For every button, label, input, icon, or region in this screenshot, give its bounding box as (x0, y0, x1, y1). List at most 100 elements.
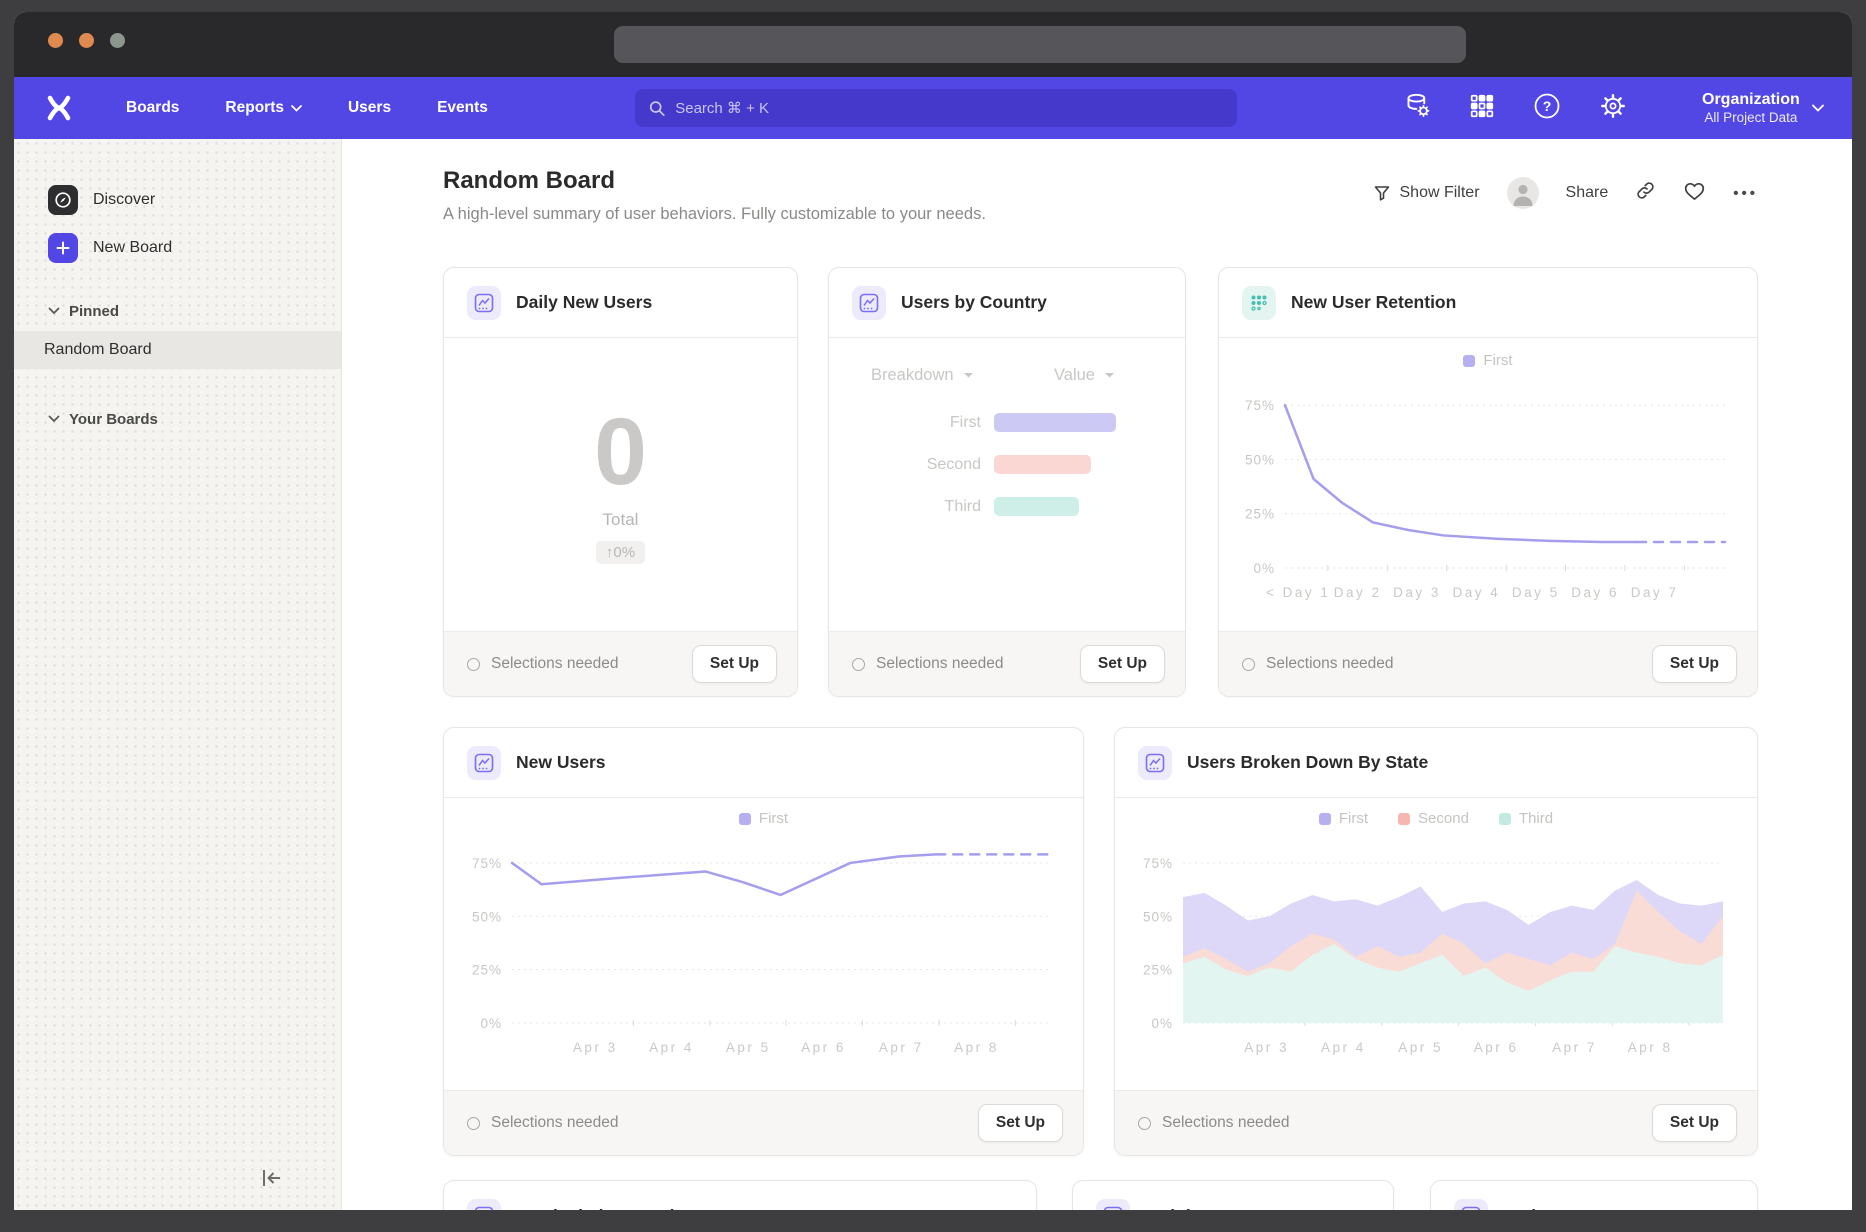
chevron-down-icon (291, 105, 302, 112)
show-filter-button[interactable]: Show Filter (1373, 184, 1480, 202)
state-area-chart: 75%50%25%0%Apr 3Apr 4Apr 5Apr 6Apr 7Apr … (1129, 836, 1739, 1063)
legend-item[interactable]: First (1463, 352, 1512, 369)
org-switcher[interactable]: Organization All Project Data (1702, 77, 1824, 139)
set-up-button[interactable]: Set Up (1080, 645, 1165, 683)
sidebar-section-pinned[interactable]: Pinned (14, 299, 341, 323)
breakdown-dropdown[interactable]: Breakdown (871, 366, 974, 385)
line-chart-icon (467, 286, 501, 320)
svg-text:Day 7: Day 7 (1631, 585, 1679, 600)
metric-label: Total (603, 510, 639, 530)
status-circle-icon (467, 1117, 480, 1130)
status-text: Selections needed (467, 1114, 619, 1132)
board-main: Random Board A high-level summary of use… (342, 139, 1852, 1210)
bar-label: Second (829, 456, 994, 474)
svg-text:Apr 4: Apr 4 (1321, 1040, 1366, 1055)
card-footer: Selections needed Set Up (1219, 631, 1757, 696)
legend-label: Third (1519, 810, 1553, 827)
minimize-window-button[interactable] (79, 33, 94, 48)
card-insights-report: Insights Report (1072, 1180, 1394, 1210)
nav-item-users[interactable]: Users (348, 99, 391, 117)
nav-item-reports[interactable]: Reports (225, 99, 302, 117)
legend-item[interactable]: First (1319, 810, 1368, 827)
svg-text:Day 5: Day 5 (1512, 585, 1560, 600)
global-search[interactable] (635, 89, 1237, 127)
line-chart-icon (467, 746, 501, 780)
sidebar: Discover New Board Pinned Random Board Y… (14, 139, 342, 1210)
legend-item[interactable]: First (739, 810, 788, 827)
svg-text:Apr 7: Apr 7 (879, 1040, 924, 1055)
nav-item-events[interactable]: Events (437, 99, 488, 117)
card-header: Users Broken Down By State (1115, 728, 1757, 798)
search-input[interactable] (675, 100, 1223, 117)
card-title: Insights Report (1145, 1206, 1273, 1211)
bar-row: Third (829, 497, 1185, 516)
card-new-user-retention: New User Retention First 75%50%25%0%< Da… (1218, 267, 1758, 697)
svg-text:25%: 25% (1245, 507, 1275, 522)
card-users-by-country: Users by Country Breakdown Value FirstSe… (828, 267, 1186, 697)
sidebar-section-your-boards[interactable]: Your Boards (14, 407, 341, 431)
bar (994, 413, 1116, 432)
more-options-icon[interactable]: ••• (1733, 185, 1758, 202)
sidebar-item-label: Discover (93, 191, 155, 209)
legend-swatch (1398, 813, 1410, 825)
set-up-button[interactable]: Set Up (978, 1104, 1063, 1142)
status-text: Selections needed (467, 655, 619, 673)
svg-text:Day 3: Day 3 (1393, 585, 1441, 600)
data-management-icon[interactable] (1404, 92, 1431, 124)
legend-item[interactable]: Second (1398, 810, 1469, 827)
card-footer: Selections needed Set Up (444, 631, 797, 696)
zoom-window-button[interactable] (110, 33, 125, 48)
page-subtitle: A high-level summary of user behaviors. … (443, 205, 986, 224)
close-window-button[interactable] (48, 33, 63, 48)
svg-text:Day 4: Day 4 (1453, 585, 1501, 600)
svg-text:Apr 3: Apr 3 (573, 1040, 618, 1055)
favorite-heart-icon[interactable] (1683, 180, 1706, 206)
chart-legend: First (444, 810, 1083, 827)
nav-item-label: Events (437, 99, 488, 117)
org-name: Organization (1702, 90, 1800, 110)
svg-text:Apr 6: Apr 6 (801, 1040, 846, 1055)
svg-text:0%: 0% (1253, 561, 1275, 576)
sidebar-item-new-board[interactable]: New Board (14, 231, 341, 265)
value-dropdown[interactable]: Value (1054, 366, 1115, 385)
svg-text:50%: 50% (1245, 452, 1275, 467)
sidebar-item-discover[interactable]: Discover (14, 183, 341, 217)
apps-grid-icon[interactable] (1469, 93, 1495, 124)
help-icon[interactable]: ? (1533, 92, 1561, 125)
metric-delta-badge: ↑0% (596, 541, 645, 564)
nav-item-label: Users (348, 99, 391, 117)
card-footer: Selections needed Set Up (829, 631, 1185, 696)
settings-gear-icon[interactable] (1599, 92, 1627, 125)
legend-label: First (759, 810, 788, 827)
card-title: Users Broken Down By State (1187, 752, 1428, 773)
card-active-users: Active Users (1430, 1180, 1758, 1210)
card-header: Stacked Line Graph (444, 1181, 1036, 1210)
set-up-button[interactable]: Set Up (692, 645, 777, 683)
dropdown-label: Value (1054, 366, 1095, 385)
svg-text:75%: 75% (1143, 856, 1173, 871)
url-bar[interactable] (614, 26, 1466, 63)
set-up-button[interactable]: Set Up (1652, 1104, 1737, 1142)
status-circle-icon (1138, 1117, 1151, 1130)
card-title: New Users (516, 752, 606, 773)
big-number-body: 0 Total ↑0% (444, 338, 797, 631)
nav-icon-group: ? (1404, 77, 1627, 139)
org-project: All Project Data (1704, 110, 1797, 127)
chevron-down-icon (1104, 372, 1115, 379)
dropdown-label: Breakdown (871, 366, 954, 385)
sidebar-item-random-board[interactable]: Random Board (14, 331, 341, 369)
nav-item-boards[interactable]: Boards (126, 99, 179, 117)
avatar[interactable] (1507, 177, 1539, 209)
set-up-button[interactable]: Set Up (1652, 645, 1737, 683)
sidebar-collapse-icon[interactable] (259, 1167, 283, 1194)
retention-grid-icon (1242, 286, 1276, 320)
legend-item[interactable]: Third (1499, 810, 1553, 827)
svg-text:Apr 8: Apr 8 (1628, 1040, 1673, 1055)
bar (994, 497, 1079, 516)
mixpanel-logo-icon[interactable] (46, 94, 72, 127)
share-button[interactable]: Share (1566, 184, 1609, 202)
sidebar-item-label: Random Board (44, 341, 152, 359)
copy-link-icon[interactable] (1635, 180, 1656, 206)
metric-value: 0 (594, 405, 647, 500)
compass-icon (48, 185, 78, 215)
